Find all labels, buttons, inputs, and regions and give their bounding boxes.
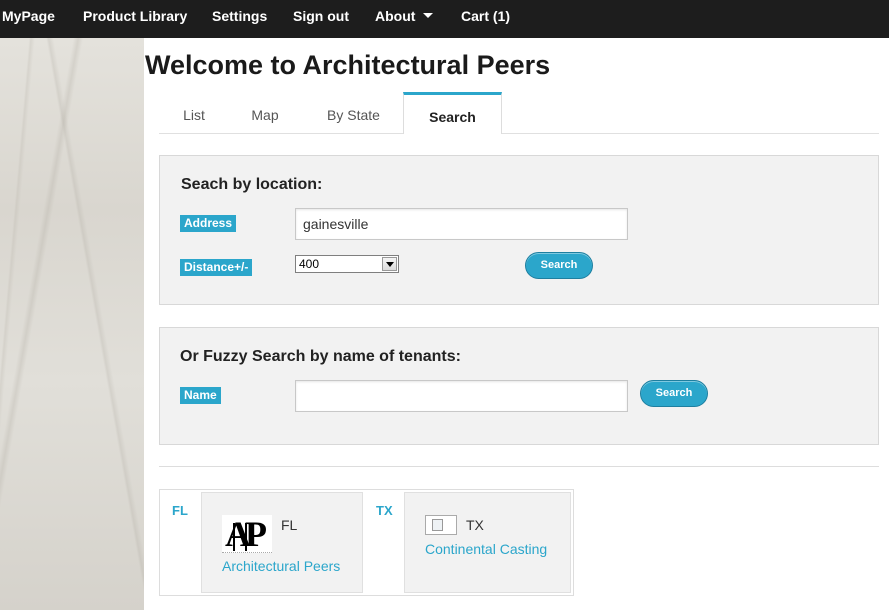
- name-label: Name: [180, 387, 221, 404]
- section-divider: [159, 466, 879, 467]
- nav-settings[interactable]: Settings: [212, 0, 267, 38]
- distance-select-value: 400: [299, 257, 320, 271]
- chevron-down-icon: [423, 12, 434, 18]
- tab-list[interactable]: List: [159, 98, 229, 134]
- page-title: Welcome to Architectural Peers: [145, 50, 551, 80]
- logo-text: AP: [225, 514, 267, 554]
- name-input[interactable]: [295, 380, 628, 412]
- result-card[interactable]: AP FL Architectural Peers: [201, 492, 363, 593]
- nav-product-library[interactable]: Product Library: [83, 0, 187, 38]
- location-search-button[interactable]: Search: [525, 252, 593, 279]
- broken-image-icon: [425, 515, 457, 535]
- distance-select[interactable]: 400: [295, 255, 399, 273]
- state-label-tx: TX: [376, 503, 393, 518]
- state-label-fl: FL: [172, 503, 188, 518]
- marble-background: [0, 38, 144, 610]
- dropdown-arrow-icon[interactable]: [382, 257, 397, 271]
- fuzzy-search-panel: Or Fuzzy Search by name of tenants: Name…: [159, 327, 879, 445]
- result-link-architectural-peers[interactable]: Architectural Peers: [222, 558, 340, 574]
- results-container: FL AP FL Architectural Peers TX TX Conti…: [159, 489, 574, 596]
- top-navbar: MyPage Product Library Settings Sign out…: [0, 0, 889, 38]
- nav-mypage[interactable]: MyPage: [2, 0, 55, 38]
- location-search-heading: Seach by location:: [181, 176, 323, 193]
- nav-sign-out[interactable]: Sign out: [293, 0, 349, 38]
- location-search-panel: Seach by location: Address Distance+/- 4…: [159, 155, 879, 305]
- fuzzy-search-button[interactable]: Search: [640, 380, 708, 407]
- card-state: TX: [466, 517, 484, 533]
- address-input[interactable]: [295, 208, 628, 240]
- distance-label: Distance+/-: [180, 259, 253, 276]
- nav-about-label: About: [375, 8, 416, 24]
- nav-cart[interactable]: Cart (1): [461, 0, 510, 38]
- nav-about[interactable]: About: [375, 0, 434, 38]
- address-label: Address: [180, 215, 237, 232]
- result-link-continental-casting[interactable]: Continental Casting: [425, 541, 547, 557]
- result-card[interactable]: TX Continental Casting: [404, 492, 571, 593]
- tab-search[interactable]: Search: [403, 92, 502, 134]
- card-state: FL: [281, 517, 298, 533]
- tab-by-state[interactable]: By State: [305, 98, 402, 134]
- architectural-peers-logo: AP: [222, 515, 272, 553]
- tab-map[interactable]: Map: [231, 98, 299, 134]
- fuzzy-search-heading: Or Fuzzy Search by name of tenants:: [180, 348, 461, 365]
